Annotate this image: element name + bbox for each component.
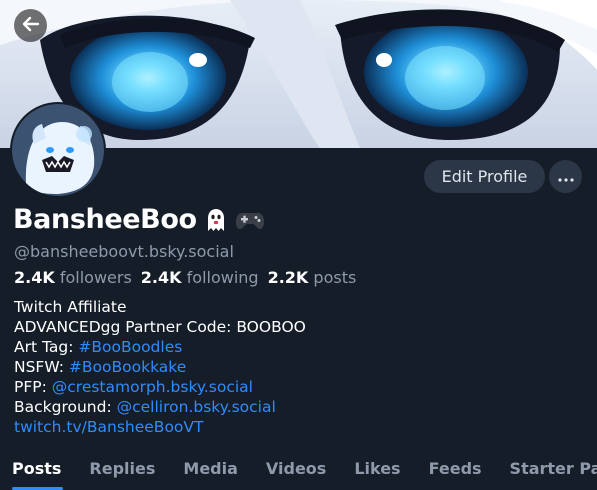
followers-count: 2.4K	[14, 268, 55, 287]
mention-link[interactable]: @crestamorph.bsky.social	[52, 378, 253, 396]
arrow-left-icon	[21, 14, 41, 38]
following-label: following	[186, 268, 259, 287]
posts-stat: 2.2K posts	[268, 268, 357, 287]
display-name: BansheeBoo	[13, 204, 197, 235]
twitch-link[interactable]: twitch.tv/BansheeBooVT	[14, 418, 203, 436]
tab-starter-packs[interactable]: Starter Pac	[496, 446, 597, 490]
followers-stat[interactable]: 2.4K followers	[14, 268, 132, 287]
following-stat[interactable]: 2.4K following	[141, 268, 259, 287]
tab-feeds[interactable]: Feeds	[415, 446, 496, 490]
hashtag-link[interactable]: #BooBoodles	[78, 338, 182, 356]
bio-pfp-label: PFP:	[14, 378, 52, 396]
posts-count: 2.2K	[267, 268, 309, 287]
tab-likes[interactable]: Likes	[340, 446, 414, 490]
more-options-button[interactable]	[549, 160, 582, 193]
bio-nsfw-label: NSFW:	[14, 358, 69, 376]
posts-label: posts	[313, 268, 357, 287]
profile-stats: 2.4K followers 2.4K following 2.2K posts	[14, 268, 365, 287]
ghost-avatar-image	[12, 104, 104, 196]
tab-posts[interactable]: Posts	[0, 446, 75, 490]
bio-line: NSFW: #BooBookkake	[14, 357, 306, 377]
bio-background-label: Background:	[14, 398, 117, 416]
tab-media[interactable]: Media	[169, 446, 252, 490]
edit-profile-button[interactable]: Edit Profile	[424, 160, 545, 193]
bio-art-label: Art Tag:	[14, 338, 79, 356]
following-count: 2.4K	[140, 268, 182, 287]
more-horizontal-icon	[557, 167, 574, 186]
ghost-emoji-icon	[203, 207, 229, 233]
display-name-row: BansheeBoo	[13, 204, 265, 235]
bio-line: Twitch Affiliate	[14, 298, 127, 316]
profile-bio: Twitch Affiliate ADVANCEDgg Partner Code…	[14, 297, 306, 437]
bio-line: Background: @celliron.bsky.social	[14, 397, 306, 417]
profile-tabs: Posts Replies Media Videos Likes Feeds S…	[0, 446, 597, 490]
gamepad-emoji-icon	[235, 208, 265, 232]
bio-line: PFP: @crestamorph.bsky.social	[14, 377, 306, 397]
back-button[interactable]	[14, 9, 47, 42]
followers-label: followers	[59, 268, 132, 287]
hashtag-link[interactable]: #BooBookkake	[69, 358, 186, 376]
mention-link[interactable]: @celliron.bsky.social	[117, 398, 276, 416]
bio-line: Art Tag: #BooBoodles	[14, 337, 306, 357]
avatar[interactable]	[10, 102, 106, 198]
tab-videos[interactable]: Videos	[252, 446, 340, 490]
bio-line: ADVANCEDgg Partner Code: BOOBOO	[14, 318, 306, 336]
profile-handle: @bansheeboovt.bsky.social	[14, 242, 234, 261]
bio-line: twitch.tv/BansheeBooVT	[14, 417, 306, 437]
tab-replies[interactable]: Replies	[75, 446, 169, 490]
